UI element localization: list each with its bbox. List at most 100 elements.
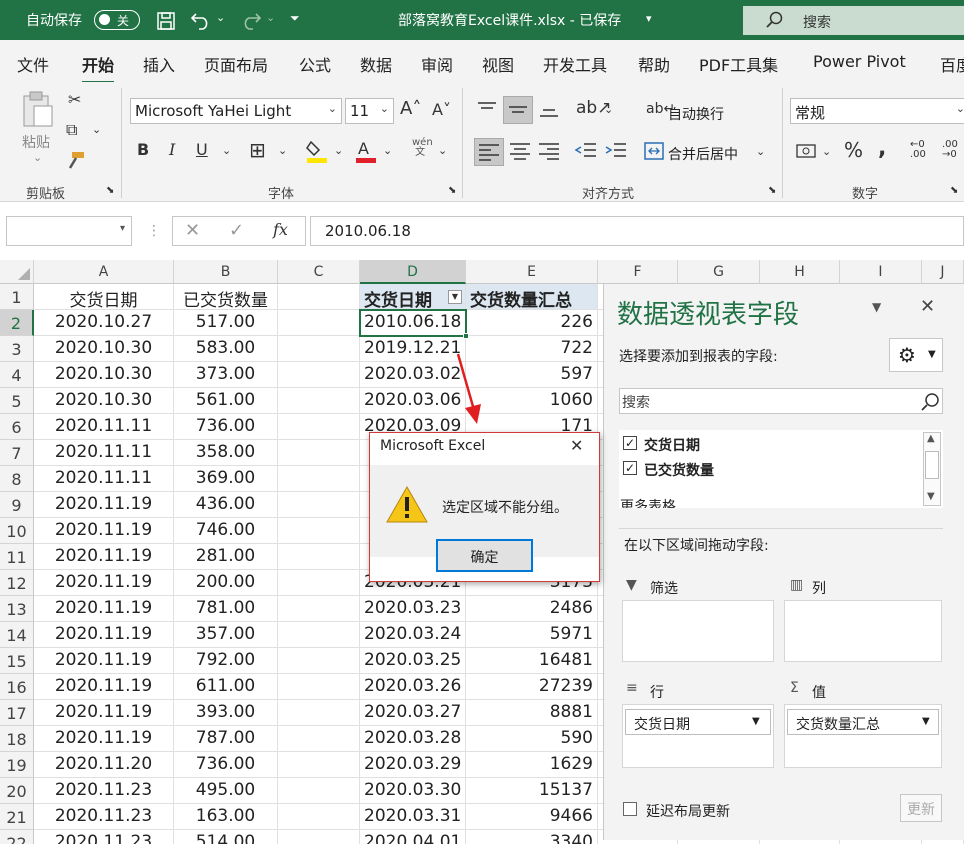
column-header-j[interactable]: J (922, 260, 964, 284)
cell[interactable] (278, 648, 360, 674)
name-box[interactable]: ▾ (6, 216, 132, 246)
font-name-select[interactable]: Microsoft YaHei Light ⌄ (130, 98, 342, 124)
tab-power-pivot[interactable]: Power Pivot (813, 52, 906, 71)
column-header-f[interactable]: F (598, 260, 678, 284)
cell[interactable] (278, 674, 360, 700)
row-header[interactable]: 13 (0, 596, 34, 622)
cell[interactable] (278, 570, 360, 596)
autosave-toggle[interactable]: 关 (94, 10, 140, 30)
customize-toolbar-icon[interactable]: ⏷ (290, 11, 300, 26)
format-painter-icon[interactable] (66, 150, 86, 170)
column-header-h[interactable]: H (760, 260, 840, 284)
column-header-c[interactable]: C (278, 260, 360, 284)
search-box[interactable]: 搜索 (743, 6, 964, 35)
phonetic-icon[interactable]: wén 文 (412, 138, 433, 158)
cell[interactable]: 2020.11.19 (34, 544, 174, 570)
scroll-down-icon[interactable]: ▼ (927, 491, 935, 502)
pivot-row-cell[interactable]: 2020.03.25 (360, 648, 466, 674)
field-checkbox[interactable]: ✓ (623, 461, 637, 475)
cell[interactable]: 736.00 (174, 752, 278, 778)
cell[interactable]: 200.00 (174, 570, 278, 596)
borders-dropdown-icon[interactable]: ⌄ (278, 145, 287, 156)
cell[interactable] (278, 414, 360, 440)
row-header[interactable]: 20 (0, 778, 34, 804)
cell[interactable] (278, 310, 360, 336)
cell[interactable]: 358.00 (174, 440, 278, 466)
column-header-a[interactable]: A (34, 260, 174, 284)
rows-field-chip[interactable]: 交货日期 ▼ (625, 709, 771, 735)
row-header[interactable]: 17 (0, 700, 34, 726)
underline-icon[interactable]: U (196, 142, 208, 158)
cell[interactable]: 357.00 (174, 622, 278, 648)
cell[interactable] (278, 726, 360, 752)
cell[interactable]: 373.00 (174, 362, 278, 388)
pivot-row-cell[interactable]: 2020.03.31 (360, 804, 466, 830)
cell[interactable] (278, 622, 360, 648)
update-button[interactable]: 更新 (900, 794, 942, 822)
tab-view[interactable]: 视图 (482, 52, 514, 76)
field-item-label[interactable]: 已交货数量 (644, 460, 714, 480)
increase-font-icon[interactable]: A˄ (400, 100, 421, 118)
pivot-row-cell[interactable]: 2020.03.27 (360, 700, 466, 726)
cell[interactable] (278, 388, 360, 414)
scroll-thumb[interactable] (925, 451, 939, 479)
cell[interactable] (278, 804, 360, 830)
pivot-value-cell[interactable]: 8881 (466, 700, 598, 726)
accounting-dropdown-icon[interactable]: ⌄ (822, 146, 831, 157)
cell[interactable] (278, 362, 360, 388)
font-color-icon[interactable]: A (354, 138, 378, 164)
pivot-value-cell[interactable]: 3340 (466, 830, 598, 844)
cell[interactable]: 2020.11.19 (34, 674, 174, 700)
cell[interactable]: 2020.10.30 (34, 388, 174, 414)
cell[interactable]: 514.00 (174, 830, 278, 844)
row-header[interactable]: 16 (0, 674, 34, 700)
tab-home[interactable]: 开始 (82, 52, 115, 84)
cell[interactable]: 746.00 (174, 518, 278, 544)
pivot-row-cell[interactable]: 2020.03.23 (360, 596, 466, 622)
wrap-text-label[interactable]: 自动换行 (668, 104, 724, 124)
increase-decimal-icon[interactable]: ←0.00 (910, 140, 926, 160)
paste-icon[interactable] (20, 90, 56, 130)
pivot-value-cell[interactable]: 27239 (466, 674, 598, 700)
cell[interactable]: 2020.11.23 (34, 778, 174, 804)
row-header[interactable]: 19 (0, 752, 34, 778)
pivot-row-cell[interactable]: 2020.03.06 (360, 388, 466, 414)
cell[interactable] (278, 492, 360, 518)
orientation-dropdown-icon[interactable]: ⌄ (604, 104, 613, 115)
rows-drop-zone[interactable]: 交货日期 ▼ (622, 704, 774, 768)
cancel-icon[interactable]: ✕ (185, 222, 200, 240)
align-middle-button[interactable] (503, 96, 533, 124)
cell[interactable] (278, 700, 360, 726)
undo-dropdown-icon[interactable]: ⌄ (216, 11, 225, 24)
cell[interactable]: 2020.11.19 (34, 492, 174, 518)
pivot-value-cell[interactable]: 2486 (466, 596, 598, 622)
redo-icon[interactable] (240, 10, 262, 30)
select-all-corner[interactable] (0, 260, 34, 284)
font-launcher-icon[interactable]: ⬊ (448, 186, 456, 196)
comma-style-icon[interactable]: , (878, 138, 886, 160)
number-format-select[interactable]: 常规 ⌄ (790, 98, 964, 124)
row-header[interactable]: 6 (0, 414, 34, 440)
cell[interactable]: 792.00 (174, 648, 278, 674)
percent-icon[interactable]: % (844, 140, 863, 160)
cell[interactable]: 281.00 (174, 544, 278, 570)
paste-dropdown-icon[interactable]: ⌄ (33, 152, 42, 163)
ok-button[interactable]: 确定 (436, 539, 533, 572)
field-checkbox[interactable]: ✓ (623, 436, 637, 450)
decrease-font-icon[interactable]: A˅ (432, 102, 451, 118)
row-header[interactable]: 18 (0, 726, 34, 752)
pivot-row-cell[interactable]: 2020.03.26 (360, 674, 466, 700)
row-header[interactable]: 7 (0, 440, 34, 466)
cell[interactable]: 517.00 (174, 310, 278, 336)
cell[interactable] (278, 778, 360, 804)
alignment-launcher-icon[interactable]: ⬊ (768, 186, 776, 196)
cell[interactable]: 2020.11.11 (34, 466, 174, 492)
tab-insert[interactable]: 插入 (143, 52, 175, 76)
tab-developer[interactable]: 开发工具 (543, 52, 607, 76)
align-left-button[interactable] (474, 138, 504, 166)
align-top-icon[interactable] (476, 100, 498, 120)
row-header[interactable]: 2 (0, 310, 34, 336)
field-settings-button[interactable]: ⚙ ▼ (889, 338, 943, 372)
row-header[interactable]: 3 (0, 336, 34, 362)
pivot-row-cell[interactable]: 2020.03.28 (360, 726, 466, 752)
